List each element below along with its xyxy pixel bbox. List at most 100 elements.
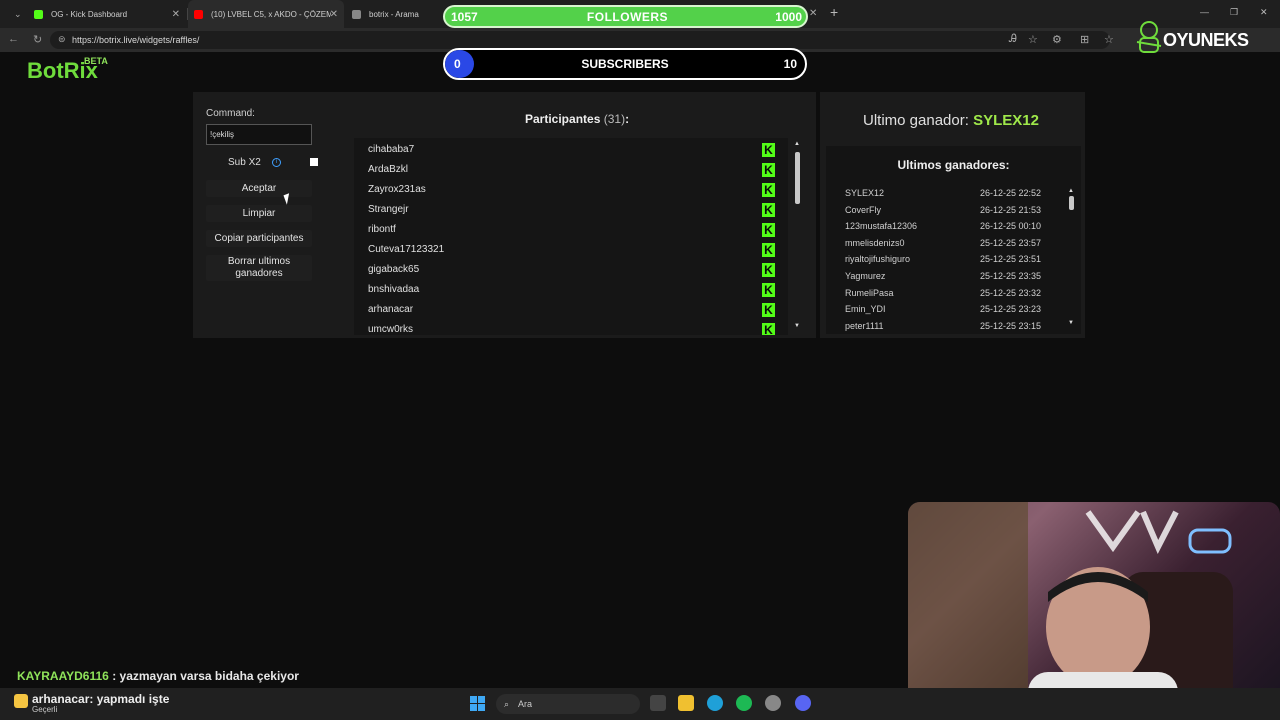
tab-menu-icon[interactable]: ⌄	[8, 0, 28, 28]
reload-icon[interactable]: ↻	[33, 33, 42, 46]
tab-kick-dashboard[interactable]: OG - Kick Dashboard ✕	[28, 0, 186, 28]
clear-button[interactable]: Limpiar	[206, 205, 312, 222]
url-text: https://botrix.live/widgets/raffles/	[72, 35, 200, 45]
kick-platform-icon: K	[762, 283, 775, 297]
windows-start-icon[interactable]	[470, 696, 485, 711]
winner-name: mmelisdenizs0	[845, 237, 905, 248]
winner-name: Emin_YDI	[845, 304, 886, 315]
kick-platform-icon: K	[762, 163, 775, 177]
followers-label: FOLLOWERS	[586, 10, 669, 24]
tab-title: (10) LVBEL C5, x AKDO - ÇÖZEMEZ	[211, 9, 331, 19]
participant-row: Strangejr	[368, 204, 409, 215]
winner-date: 25-12-25 23:23	[980, 304, 1042, 315]
winners-list[interactable]: Ultimos ganadores: SYLEX12 26-12-25 22:52…	[826, 146, 1081, 334]
extensions-icon[interactable]: ⚙	[1052, 33, 1062, 46]
kick-platform-icon: K	[762, 243, 775, 257]
scroll-up-icon[interactable]: ▲	[794, 141, 800, 147]
last-winner-label: Ultimo ganador:	[863, 112, 969, 129]
taskbar-search[interactable]: ⌕ Ara	[496, 694, 640, 714]
kick-platform-icon: K	[762, 183, 775, 197]
participant-row: cihababa7	[368, 144, 415, 155]
taskbar: arhanacar: yapmadı işte Geçerli ⌕ Ara	[0, 688, 1280, 720]
close-window-icon[interactable]: ✕	[1260, 7, 1268, 18]
subscribers-label: SUBSCRIBERS	[581, 57, 669, 71]
scroll-down-icon[interactable]: ▼	[1068, 320, 1074, 326]
weather-status: Geçerli	[32, 705, 58, 714]
sub-x2-checkbox[interactable]	[310, 158, 318, 166]
screen: ⌄ OG - Kick Dashboard ✕ (10) LVBEL C5, x…	[0, 0, 1280, 720]
kick-platform-icon: K	[762, 203, 775, 217]
winner-date: 25-12-25 23:57	[980, 237, 1042, 248]
youtube-favicon-icon	[194, 9, 203, 19]
winner-date: 25-12-25 23:32	[980, 287, 1042, 298]
participants-title-text: Participantes	[525, 112, 601, 126]
winner-date: 25-12-25 23:51	[980, 254, 1042, 265]
copy-participants-button[interactable]: Copiar participantes	[206, 230, 312, 247]
close-icon[interactable]: ✕	[330, 9, 338, 20]
subscribers-current: 0	[454, 57, 461, 71]
winner-date: 25-12-25 23:35	[980, 271, 1042, 281]
address-bar[interactable]: ⊜ https://botrix.live/widgets/raffles/	[50, 31, 1110, 49]
site-info-icon[interactable]: ⊜	[58, 34, 66, 45]
bookmark-star-icon[interactable]: ☆	[1028, 33, 1038, 46]
delete-last-winners-button[interactable]: Borrar ultimos ganadores	[206, 255, 312, 281]
participant-row: arhanacar	[368, 304, 414, 315]
command-label: Command:	[206, 108, 255, 119]
back-icon[interactable]: ←	[8, 33, 19, 45]
accept-button[interactable]: Aceptar	[206, 180, 312, 197]
close-icon[interactable]: ✕	[809, 8, 817, 19]
winner-date: 26-12-25 22:52	[980, 188, 1042, 198]
info-icon[interactable]: i	[272, 158, 281, 167]
winner-name: RumeliPasa	[845, 287, 894, 298]
favorites-icon[interactable]: ☆	[1104, 33, 1114, 46]
app-icon[interactable]	[765, 695, 781, 711]
tab-botrix-search[interactable]: botrix - Arama	[346, 0, 442, 28]
last-winner: Ultimo ganador: SYLEX12	[863, 112, 1039, 129]
winner-date: 25-12-25 23:15	[980, 320, 1042, 331]
followers-current: 1057	[451, 10, 478, 24]
new-tab-icon[interactable]: +	[830, 4, 838, 20]
winner-name: CoverFly	[845, 204, 882, 215]
command-input[interactable]: !çekiliş	[206, 124, 312, 145]
oyuneks-brand: OYUNEKS	[1135, 20, 1275, 60]
participant-row: Cuteva17123321	[368, 244, 445, 255]
brand-text: OYUNEKS	[1163, 30, 1249, 50]
participant-row: Zayrox231as	[368, 184, 426, 195]
split-screen-icon[interactable]: ⊞	[1080, 33, 1089, 46]
task-view-icon[interactable]	[650, 695, 666, 711]
last-winner-name: SYLEX12	[973, 112, 1039, 129]
kick-platform-icon: K	[762, 303, 775, 317]
weather-icon[interactable]	[14, 694, 28, 708]
tab-youtube[interactable]: (10) LVBEL C5, x AKDO - ÇÖZEMEZ ✕	[188, 0, 344, 28]
winner-name: riyaltojifushiguro	[845, 254, 911, 265]
close-icon[interactable]: ✕	[172, 9, 180, 20]
discord-icon[interactable]	[795, 695, 811, 711]
search-favicon-icon	[352, 9, 361, 19]
kick-favicon-icon	[34, 9, 43, 19]
chat-username: KAYRAAYD6116	[17, 669, 109, 683]
search-placeholder: Ara	[518, 699, 533, 709]
file-explorer-icon[interactable]	[678, 695, 694, 711]
participants-scrollbar[interactable]	[795, 152, 800, 204]
tab-title: OG - Kick Dashboard	[51, 9, 128, 19]
webcam-feed	[908, 502, 1280, 708]
winners-scrollbar[interactable]	[1069, 196, 1074, 210]
participant-row: bnshivadaa	[368, 284, 420, 295]
edge-icon[interactable]	[707, 695, 723, 711]
spotify-icon[interactable]	[736, 695, 752, 711]
kick-platform-icon: K	[762, 323, 775, 335]
minimize-icon[interactable]: —	[1200, 7, 1209, 17]
restore-icon[interactable]: ❐	[1230, 7, 1238, 18]
participants-list[interactable]: cihababa7 K ArdaBzkl K Zayrox231as K Strangejr…	[354, 138, 788, 335]
kick-platform-icon: K	[762, 143, 775, 157]
scroll-down-icon[interactable]: ▼	[794, 323, 800, 329]
participant-row: ArdaBzkl	[368, 164, 409, 175]
scroll-up-icon[interactable]: ▲	[1068, 188, 1074, 194]
translate-icon[interactable]: Ꭿ	[1009, 33, 1017, 46]
webcam-image	[908, 502, 1233, 708]
participant-row: gigaback65	[368, 264, 420, 275]
followers-goal: 1000	[775, 10, 802, 24]
subscribers-goal-bar: SUBSCRIBERS 0 10	[443, 48, 807, 80]
participant-row: ribontf	[368, 224, 396, 235]
participant-row: umcw0rks	[368, 324, 414, 335]
